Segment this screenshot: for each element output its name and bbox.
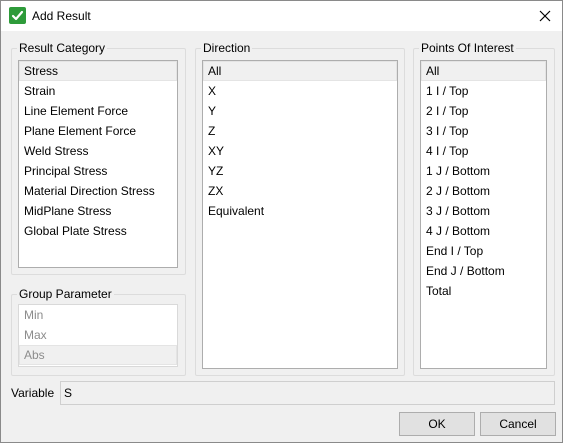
list-item[interactable]: Global Plate Stress bbox=[19, 221, 177, 241]
list-item[interactable]: 1 I / Top bbox=[421, 81, 546, 101]
list-item[interactable]: Total bbox=[421, 281, 546, 301]
direction-list[interactable]: All X Y Z XY YZ ZX Equivalent bbox=[202, 60, 398, 369]
list-item[interactable]: All bbox=[203, 61, 397, 81]
window-title: Add Result bbox=[32, 9, 91, 23]
variable-field[interactable]: S bbox=[60, 381, 555, 405]
list-item[interactable]: YZ bbox=[203, 161, 397, 181]
list-item[interactable]: Plane Element Force bbox=[19, 121, 177, 141]
list-item[interactable]: X bbox=[203, 81, 397, 101]
points-of-interest-label: Points Of Interest bbox=[419, 41, 516, 55]
list-item[interactable]: End J / Bottom bbox=[421, 261, 546, 281]
list-item[interactable]: 4 J / Bottom bbox=[421, 221, 546, 241]
ok-button[interactable]: OK bbox=[399, 412, 475, 436]
list-item[interactable]: Abs bbox=[19, 345, 177, 365]
close-button[interactable] bbox=[532, 3, 558, 29]
group-parameter-list[interactable]: Min Max Abs bbox=[18, 304, 178, 367]
group-parameter-label: Group Parameter bbox=[17, 287, 114, 301]
list-item[interactable]: Max bbox=[19, 325, 177, 345]
title-bar: Add Result bbox=[1, 1, 562, 31]
points-of-interest-list[interactable]: All 1 I / Top 2 I / Top 3 I / Top 4 I / Top 1… bbox=[420, 60, 547, 369]
list-item[interactable]: 2 I / Top bbox=[421, 101, 546, 121]
list-item[interactable]: Principal Stress bbox=[19, 161, 177, 181]
list-item[interactable]: 3 J / Bottom bbox=[421, 201, 546, 221]
list-item[interactable]: Line Element Force bbox=[19, 101, 177, 121]
list-item[interactable]: Min bbox=[19, 305, 177, 325]
list-item[interactable]: Equivalent bbox=[203, 201, 397, 221]
list-item[interactable]: Z bbox=[203, 121, 397, 141]
list-item[interactable]: 4 I / Top bbox=[421, 141, 546, 161]
list-item[interactable]: Material Direction Stress bbox=[19, 181, 177, 201]
list-item[interactable]: Stress bbox=[19, 61, 177, 81]
list-item[interactable]: End I / Top bbox=[421, 241, 546, 261]
list-item[interactable]: 1 J / Bottom bbox=[421, 161, 546, 181]
list-item[interactable]: Y bbox=[203, 101, 397, 121]
list-item[interactable]: All bbox=[421, 61, 546, 81]
add-result-dialog: Add Result Result Category Stress Strain L… bbox=[0, 0, 563, 443]
list-item[interactable]: Strain bbox=[19, 81, 177, 101]
cancel-button[interactable]: Cancel bbox=[480, 412, 556, 436]
direction-label: Direction bbox=[201, 41, 253, 55]
list-item[interactable]: 2 J / Bottom bbox=[421, 181, 546, 201]
result-category-label: Result Category bbox=[17, 41, 108, 55]
checkmark-icon bbox=[9, 7, 26, 24]
list-item[interactable]: XY bbox=[203, 141, 397, 161]
result-category-list[interactable]: Stress Strain Line Element Force Plane Elem… bbox=[18, 60, 178, 268]
list-item[interactable]: MidPlane Stress bbox=[19, 201, 177, 221]
variable-label: Variable bbox=[11, 386, 55, 400]
list-item[interactable]: 3 I / Top bbox=[421, 121, 546, 141]
list-item[interactable]: Weld Stress bbox=[19, 141, 177, 161]
close-icon bbox=[539, 10, 551, 22]
list-item[interactable]: ZX bbox=[203, 181, 397, 201]
